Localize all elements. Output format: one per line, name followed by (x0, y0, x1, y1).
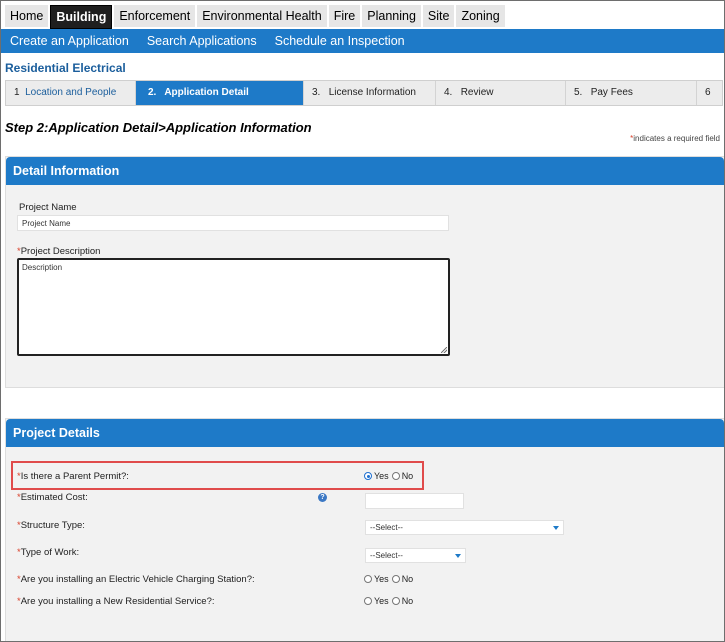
step-indicator: 1 Location and People 2. Application Det… (5, 80, 723, 106)
permit-type-title: Residential Electrical (5, 61, 126, 75)
tab-enforcement[interactable]: Enforcement (114, 5, 196, 27)
estimated-cost-input[interactable] (365, 493, 464, 509)
tab-building[interactable]: Building (50, 5, 113, 29)
step-6[interactable]: 6 (697, 81, 720, 105)
ev-station-no-radio[interactable] (391, 575, 400, 583)
step-label: Review (460, 87, 494, 98)
estimated-cost-label: *Estimated Cost: (17, 492, 88, 503)
tab-home[interactable]: Home (5, 5, 49, 27)
structure-type-value: --Select-- (370, 523, 403, 532)
help-icon[interactable]: ? (318, 493, 327, 502)
highlight-box (11, 461, 424, 490)
step-location-and-people[interactable]: 1 Location and People (6, 81, 136, 105)
new-service-no-radio[interactable] (391, 597, 400, 605)
detail-information-header: Detail Information (6, 157, 724, 185)
new-service-label: *Are you installing a New Residential Se… (17, 596, 215, 607)
page-frame: Home Building Enforcement Environmental … (0, 0, 725, 642)
step-number: 1 (14, 87, 20, 98)
step-license-information[interactable]: 3. License Information (304, 81, 436, 105)
sub-nav: Create an Application Search Application… (1, 29, 724, 53)
step-number: 2. (148, 87, 157, 98)
project-name-label: Project Name (19, 202, 77, 213)
step-heading: Step 2:Application Detail>Application In… (5, 120, 312, 135)
step-review[interactable]: 4. Review (436, 81, 566, 105)
required-field-note: *indicates a required field (630, 134, 720, 143)
type-of-work-value: --Select-- (370, 551, 403, 560)
new-service-radio-group: Yes No (364, 596, 416, 606)
step-label: Application Detail (164, 87, 249, 98)
ev-station-radio-group: Yes No (364, 574, 416, 584)
yes-label: Yes (374, 574, 389, 584)
no-label: No (401, 574, 414, 584)
step-label: Pay Fees (590, 87, 633, 98)
chevron-down-icon (455, 553, 461, 558)
schedule-inspection-link[interactable]: Schedule an Inspection (275, 34, 405, 48)
chevron-down-icon (553, 525, 559, 530)
project-name-input[interactable]: Project Name (17, 215, 449, 231)
project-description-text: Description (22, 263, 63, 272)
yes-label: Yes (374, 596, 389, 606)
project-description-label: *Project Description (17, 246, 101, 257)
step-pay-fees[interactable]: 5. Pay Fees (566, 81, 697, 105)
create-application-link[interactable]: Create an Application (10, 34, 129, 48)
step-label: Location and People (25, 87, 117, 98)
project-details-header: Project Details (6, 419, 724, 447)
tab-zoning[interactable]: Zoning (456, 5, 505, 27)
tab-environmental-health[interactable]: Environmental Health (197, 5, 327, 27)
ev-station-yes-radio[interactable] (364, 575, 372, 583)
search-applications-link[interactable]: Search Applications (147, 34, 257, 48)
new-service-yes-radio[interactable] (364, 597, 372, 605)
type-of-work-select[interactable]: --Select-- (365, 548, 466, 563)
step-application-detail[interactable]: 2. Application Detail (136, 81, 304, 105)
tab-planning[interactable]: Planning (362, 5, 421, 27)
step-number: 6 (705, 87, 711, 98)
step-number: 3. (312, 87, 321, 98)
step-number: 5. (574, 87, 583, 98)
type-of-work-label: *Type of Work: (17, 547, 80, 558)
structure-type-select[interactable]: --Select-- (365, 520, 564, 535)
step-number: 4. (444, 87, 453, 98)
ev-station-label: *Are you installing an Electric Vehicle … (17, 574, 255, 585)
tab-site[interactable]: Site (422, 5, 455, 27)
top-nav: Home Building Enforcement Environmental … (5, 5, 505, 29)
structure-type-label: *Structure Type: (17, 520, 85, 531)
no-label: No (401, 596, 414, 606)
step-label: License Information (328, 87, 416, 98)
tab-fire[interactable]: Fire (328, 5, 361, 27)
project-description-textarea[interactable]: Description (17, 258, 450, 356)
resize-grip-icon[interactable] (441, 347, 447, 353)
